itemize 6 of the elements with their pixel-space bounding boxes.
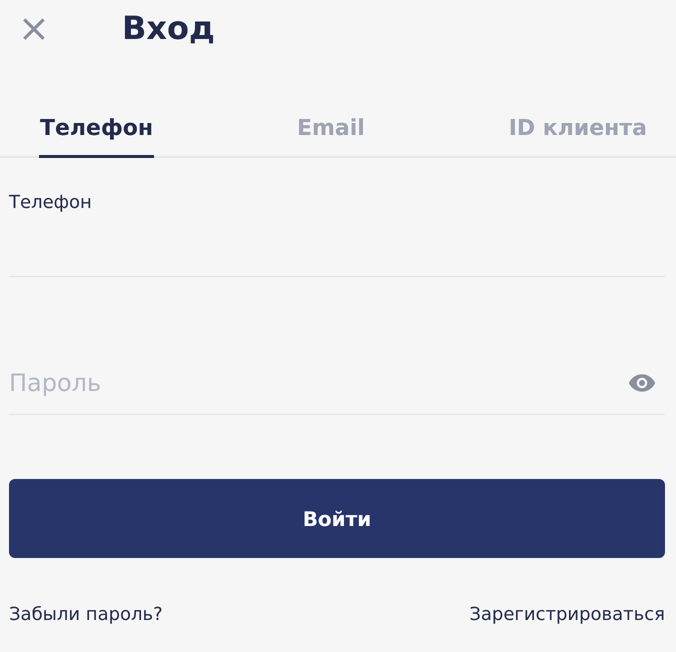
tab[interactable]: Телефон [39, 116, 154, 158]
field-label: Телефон [9, 192, 93, 213]
login-button[interactable]: Войти [9, 479, 665, 558]
page-title: Вход [122, 9, 215, 47]
forgot-password-link[interactable]: Забыли пароль? [9, 604, 163, 625]
register-link[interactable]: Зарегистрироваться [469, 604, 665, 625]
